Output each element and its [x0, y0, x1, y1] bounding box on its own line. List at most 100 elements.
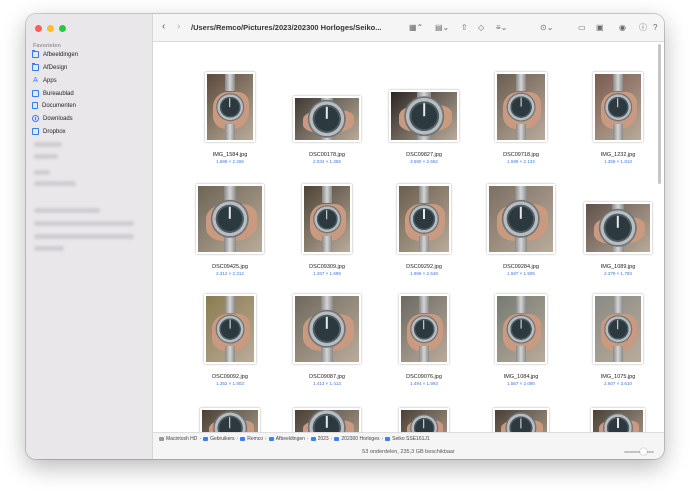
- file-item[interactable]: IMG_1232.jpg 1.359 × 1.813: [570, 70, 664, 164]
- file-thumbnail[interactable]: [591, 408, 645, 432]
- file-dimensions: 1.599 × 2.132: [507, 159, 535, 164]
- sidebar-item-label: Bureaublad: [43, 90, 74, 97]
- path-crumb[interactable]: 2023: [310, 436, 329, 442]
- sidebar-item-bureaublad[interactable]: Bureaublad: [32, 88, 144, 99]
- folder-icon: [310, 437, 316, 441]
- redacted-item: [34, 142, 62, 147]
- file-item[interactable]: IMG_1075.jpg 2.607 × 3.610: [570, 292, 664, 386]
- desktop-icon: [32, 90, 39, 97]
- file-item[interactable]: DSC09309.jpg 1.267 × 1.689: [279, 182, 375, 276]
- file-item[interactable]: IMG_1089.jpg 2.379 × 1.783: [570, 182, 664, 276]
- status-bar: 53 onderdelen, 235,3 GB beschikbaar: [153, 445, 664, 459]
- redacted-item: [34, 234, 134, 239]
- file-name: DSC09425.jpg: [212, 264, 248, 270]
- file-thumbnail: [389, 90, 459, 142]
- sidebar-item-dropbox[interactable]: Dropbox: [32, 126, 144, 137]
- back-icon[interactable]: ‹: [162, 22, 165, 32]
- path-crumb[interactable]: Gebruikers: [203, 436, 235, 442]
- window-controls: [35, 25, 66, 32]
- file-item[interactable]: DSC09092.jpg 1.352 × 1.803: [182, 292, 278, 386]
- folder-badge-icon[interactable]: ▣: [596, 23, 604, 32]
- action-icon[interactable]: ⊙⌄: [540, 23, 553, 32]
- path-crumb[interactable]: Remco: [240, 436, 263, 442]
- file-item[interactable]: DSC09076.jpg 1.494 × 1.993: [376, 292, 472, 386]
- file-item[interactable]: IMG_1584.jpg 1.699 × 2.265: [182, 70, 278, 164]
- file-item[interactable]: DSC09087.jpg 1.413 × 1.413: [279, 292, 375, 386]
- file-dimensions: 1.567 × 2.090: [507, 381, 535, 386]
- sidebar-item-label: AfDesign: [43, 64, 68, 71]
- file-item[interactable]: DSC09827.jpg 3.590 × 2.692: [376, 70, 472, 164]
- tag-icon[interactable]: ◇: [478, 23, 484, 32]
- icon-size-slider-knob[interactable]: [640, 448, 647, 455]
- path-bar: Macintosh HD › Gebruikers › Remco › Afbeelding…: [153, 432, 664, 445]
- download-icon: [32, 115, 39, 122]
- sidebar-item-label: Downloads: [43, 115, 73, 122]
- path-crumb[interactable]: 202300 Horloges: [334, 436, 379, 442]
- new-folder-icon[interactable]: ▭: [578, 23, 586, 32]
- file-dimensions: 1.986 × 2.648: [410, 271, 438, 276]
- file-name: IMG_1232.jpg: [600, 152, 636, 158]
- info-icon[interactable]: ⓘ: [639, 23, 647, 32]
- sort-icon[interactable]: ≡⌄: [496, 23, 507, 32]
- file-item[interactable]: IMG_1084.jpg 1.567 × 2.090: [473, 292, 569, 386]
- view-grid-icon[interactable]: ▦⌃: [409, 23, 423, 32]
- file-thumbnail[interactable]: [493, 408, 549, 432]
- file-name: DSC09076.jpg: [406, 374, 442, 380]
- file-name: DSC09827.jpg: [406, 152, 442, 158]
- file-dimensions: 2.312 × 2.312: [216, 271, 244, 276]
- sidebar-item-downloads[interactable]: Downloads: [32, 113, 144, 124]
- file-thumbnail[interactable]: [399, 408, 449, 432]
- file-thumbnail[interactable]: [293, 408, 361, 432]
- eye-icon[interactable]: ◉: [619, 23, 626, 32]
- file-item[interactable]: DSC09284.jpg 1.597 × 1.505: [473, 182, 569, 276]
- file-item[interactable]: DSC09292.jpg 1.986 × 2.648: [376, 182, 472, 276]
- group-icon[interactable]: ▤⌄: [435, 23, 449, 32]
- file-name: IMG_1075.jpg: [600, 374, 636, 380]
- file-name: DSC00178.jpg: [309, 152, 345, 158]
- path-crumb[interactable]: Afbeeldingen: [268, 436, 305, 442]
- path-crumb-label: Seiko SSE161J1: [392, 436, 430, 442]
- sidebar-item-afdesign[interactable]: AfDesign: [32, 62, 144, 73]
- sidebar-item-label: Documenten: [42, 102, 77, 109]
- file-thumbnail: [584, 202, 652, 254]
- document-icon: [32, 102, 38, 109]
- help-icon[interactable]: ?: [653, 23, 657, 32]
- sidebar-item-afbeeldingen[interactable]: Afbeeldingen: [32, 49, 144, 60]
- file-thumbnail[interactable]: [200, 408, 260, 432]
- file-thumbnail: [399, 294, 449, 364]
- path-separator-icon: ›: [199, 436, 202, 442]
- close-window-button[interactable]: [35, 25, 42, 32]
- window-title-path: /Users/Remco/Pictures/2023/202300 Horlog…: [191, 23, 382, 32]
- icon-size-slider[interactable]: [624, 451, 654, 453]
- redacted-item: [34, 221, 134, 226]
- share-icon[interactable]: ⇧: [461, 23, 468, 32]
- folder-icon: [240, 437, 246, 441]
- path-crumb[interactable]: Macintosh HD: [159, 436, 197, 442]
- file-thumbnail: [302, 184, 352, 254]
- file-dimensions: 1.699 × 2.265: [216, 159, 244, 164]
- forward-icon[interactable]: ›: [177, 22, 180, 32]
- file-dimensions: 1.359 × 1.813: [604, 159, 632, 164]
- finder-window: Favorieten Afbeeldingen AfDesign A Apps …: [26, 14, 664, 459]
- file-name: DSC09292.jpg: [406, 264, 442, 270]
- sidebar-item-apps[interactable]: A Apps: [32, 75, 144, 86]
- folder-icon: [32, 50, 39, 58]
- file-item[interactable]: DSC09718.jpg 1.599 × 2.132: [473, 70, 569, 164]
- file-thumbnail: [397, 184, 451, 254]
- redacted-item: [34, 170, 50, 175]
- file-item[interactable]: DSC09425.jpg 2.312 × 2.312: [182, 182, 278, 276]
- path-crumb[interactable]: Seiko SSE161J1: [385, 436, 430, 442]
- folder-icon: [203, 437, 209, 441]
- box-icon: [32, 128, 39, 135]
- file-thumbnail: [495, 294, 547, 364]
- file-thumbnail: [495, 72, 547, 142]
- file-dimensions: 1.352 × 1.803: [216, 381, 244, 386]
- sidebar-item-documenten[interactable]: Documenten: [32, 100, 144, 111]
- file-item[interactable]: DSC00178.jpg 2.034 × 1.358: [279, 70, 375, 164]
- file-name: DSC09718.jpg: [503, 152, 539, 158]
- minimize-window-button[interactable]: [47, 25, 54, 32]
- folder-icon: [385, 437, 391, 441]
- folder-icon: [334, 437, 340, 441]
- zoom-window-button[interactable]: [59, 25, 66, 32]
- path-crumb-label: 202300 Horloges: [341, 436, 380, 442]
